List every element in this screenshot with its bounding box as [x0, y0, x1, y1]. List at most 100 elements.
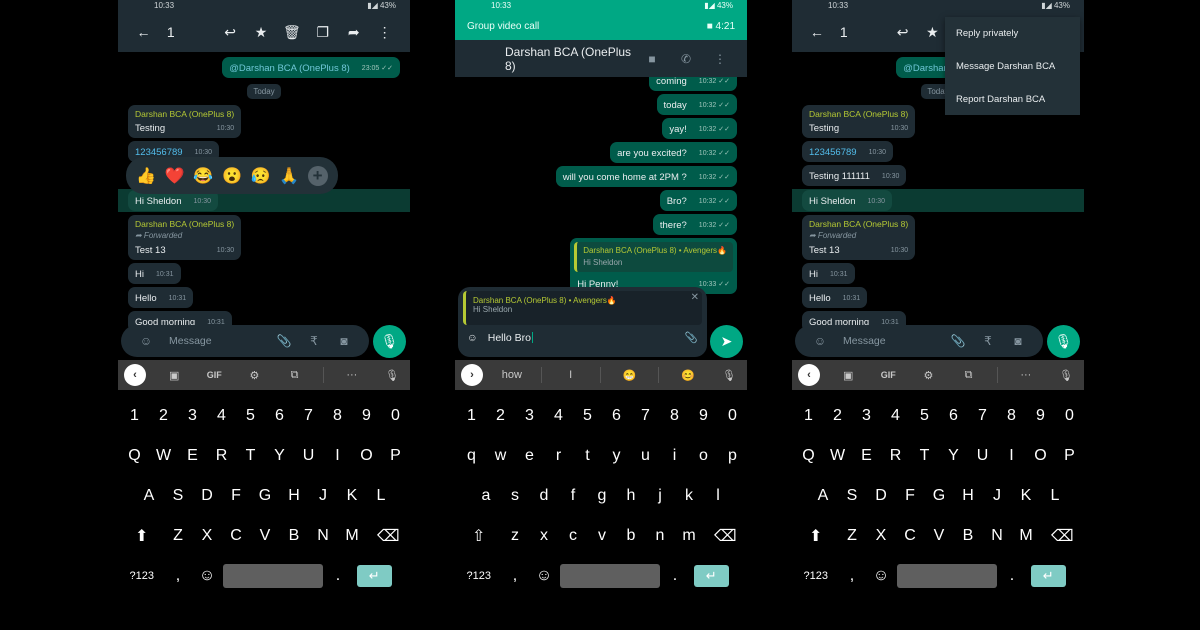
voice-input-icon[interactable]: 🎙	[717, 369, 741, 382]
message-bubble[interactable]: Bro? 10:32 ✓✓	[659, 190, 737, 211]
message-bubble[interactable]: 123456789 10:30	[802, 141, 894, 162]
message-bubble[interactable]: Darshan BCA (OnePlus 8) • Avengers🔥 Hi Sh…	[570, 238, 737, 294]
message-bubble[interactable]: Darshan BCA (OnePlus 8) Testing 10:30	[802, 105, 916, 138]
quoted-message[interactable]: Darshan BCA (OnePlus 8) • Avengers🔥 Hi Sh…	[574, 242, 733, 272]
key[interactable]: U	[294, 447, 323, 465]
key[interactable]: U	[968, 447, 997, 465]
key[interactable]: O	[1026, 447, 1055, 465]
key[interactable]: D	[193, 487, 222, 505]
key[interactable]: W	[823, 447, 852, 465]
video-call-icon[interactable]: ■	[635, 52, 669, 66]
message-bubble[interactable]: @Darshan BCA (OnePlus 8) 23:05 ✓✓	[222, 57, 400, 78]
key[interactable]: 7	[631, 407, 660, 425]
suggestion[interactable]: I	[559, 369, 583, 381]
message-bubble[interactable]: Hi 10:31	[128, 263, 181, 284]
settings-gear-icon[interactable]: ⚙	[916, 369, 940, 382]
key[interactable]: E	[852, 447, 881, 465]
key[interactable]: 9	[1026, 407, 1055, 425]
emoji-icon[interactable]: ☺	[805, 334, 835, 348]
suggestion[interactable]: 😊	[676, 369, 700, 382]
key[interactable]: b	[617, 527, 646, 545]
message-row[interactable]: Darshan BCA (OnePlus 8) Testing 10:30	[118, 105, 410, 138]
message-input[interactable]: ☺ Message 📎 ₹ ◙	[795, 325, 1043, 357]
backspace-key[interactable]: ⌫	[367, 526, 411, 546]
key[interactable]: F	[896, 487, 925, 505]
key[interactable]: 0	[381, 407, 410, 425]
key[interactable]: d	[530, 487, 559, 505]
message-row[interactable]: are you excited? 10:32 ✓✓	[455, 142, 747, 163]
key[interactable]: h	[617, 487, 646, 505]
gif-button[interactable]: GIF	[202, 370, 226, 380]
symbols-key[interactable]: ?123	[457, 570, 501, 582]
key[interactable]: V	[925, 527, 954, 545]
key[interactable]: J	[309, 487, 338, 505]
key[interactable]: S	[164, 487, 193, 505]
key[interactable]: 5	[236, 407, 265, 425]
shift-key[interactable]: ⇧	[457, 526, 501, 546]
key[interactable]: 7	[294, 407, 323, 425]
payment-icon[interactable]: ₹	[973, 334, 1003, 348]
send-button[interactable]: ➤	[710, 325, 743, 358]
key[interactable]: Y	[939, 447, 968, 465]
key[interactable]: R	[207, 447, 236, 465]
key[interactable]: S	[838, 487, 867, 505]
mic-button[interactable]: 🎙	[373, 325, 406, 358]
key[interactable]: P	[381, 447, 410, 465]
key[interactable]: C	[222, 527, 251, 545]
key[interactable]: B	[954, 527, 983, 545]
key[interactable]: 3	[515, 407, 544, 425]
key[interactable]: w	[486, 447, 515, 465]
message-bubble[interactable]: Testing 111111 10:30	[802, 165, 907, 186]
message-row[interactable]: yay! 10:32 ✓✓	[455, 118, 747, 139]
voice-input-icon[interactable]: 🎙	[380, 369, 404, 382]
key[interactable]: 8	[323, 407, 352, 425]
ongoing-call-bar[interactable]: Group video call ■ 4:21	[455, 12, 747, 40]
key[interactable]: 6	[265, 407, 294, 425]
message-bubble[interactable]: Hello 10:31	[128, 287, 194, 308]
key[interactable]: 4	[544, 407, 573, 425]
comma-key[interactable]: ,	[501, 567, 530, 585]
message-row[interactable]: Bro? 10:32 ✓✓	[455, 190, 747, 211]
key[interactable]: C	[896, 527, 925, 545]
enter-key[interactable]: ↵	[690, 565, 734, 587]
reaction-emoji[interactable]: 😮	[222, 166, 242, 186]
message-bubble[interactable]: Darshan BCA (OnePlus 8) ➦ Forwarded Test 1…	[128, 215, 242, 260]
reaction-emoji[interactable]: 👍	[136, 166, 156, 186]
message-row[interactable]: there? 10:32 ✓✓	[455, 214, 747, 235]
message-bubble[interactable]: will you come home at 2PM ? 10:32 ✓✓	[555, 166, 737, 187]
reaction-emoji[interactable]: 😥	[251, 166, 271, 186]
key[interactable]: 2	[823, 407, 852, 425]
voice-input-icon[interactable]: 🎙	[1054, 369, 1078, 382]
key[interactable]: 4	[207, 407, 236, 425]
key[interactable]: y	[602, 447, 631, 465]
period-key[interactable]: .	[998, 567, 1027, 585]
key[interactable]: Z	[838, 527, 867, 545]
camera-icon[interactable]: ◙	[1003, 334, 1033, 348]
message-row[interactable]: 123456789 10:30	[792, 141, 1084, 162]
suggestion[interactable]: how	[500, 369, 524, 381]
backspace-key[interactable]: ⌫	[1041, 526, 1085, 546]
key[interactable]: N	[309, 527, 338, 545]
key[interactable]: 0	[1055, 407, 1084, 425]
sticker-icon[interactable]: ▣	[162, 369, 186, 382]
suggestion[interactable]: 😁	[617, 369, 641, 382]
message-bubble[interactable]: Hi Sheldon 10:30	[802, 190, 893, 211]
shift-key[interactable]: ⬆	[794, 526, 838, 546]
attach-icon[interactable]: 📎	[685, 331, 698, 344]
key[interactable]: W	[149, 447, 178, 465]
key[interactable]: D	[867, 487, 896, 505]
more-vert-icon[interactable]: ⋮	[703, 52, 737, 66]
key[interactable]: H	[954, 487, 983, 505]
collapse-toolbar-icon[interactable]: ‹	[124, 364, 146, 386]
key[interactable]: Z	[164, 527, 193, 545]
key[interactable]: M	[338, 527, 367, 545]
key[interactable]: i	[660, 447, 689, 465]
key[interactable]: X	[867, 527, 896, 545]
key[interactable]: I	[997, 447, 1026, 465]
key[interactable]: t	[573, 447, 602, 465]
key[interactable]: O	[352, 447, 381, 465]
sticker-icon[interactable]: ▣	[836, 369, 860, 382]
message-bubble[interactable]: Hi 10:31	[802, 263, 855, 284]
forward-icon[interactable]: ➦	[338, 24, 369, 41]
period-key[interactable]: .	[324, 567, 353, 585]
